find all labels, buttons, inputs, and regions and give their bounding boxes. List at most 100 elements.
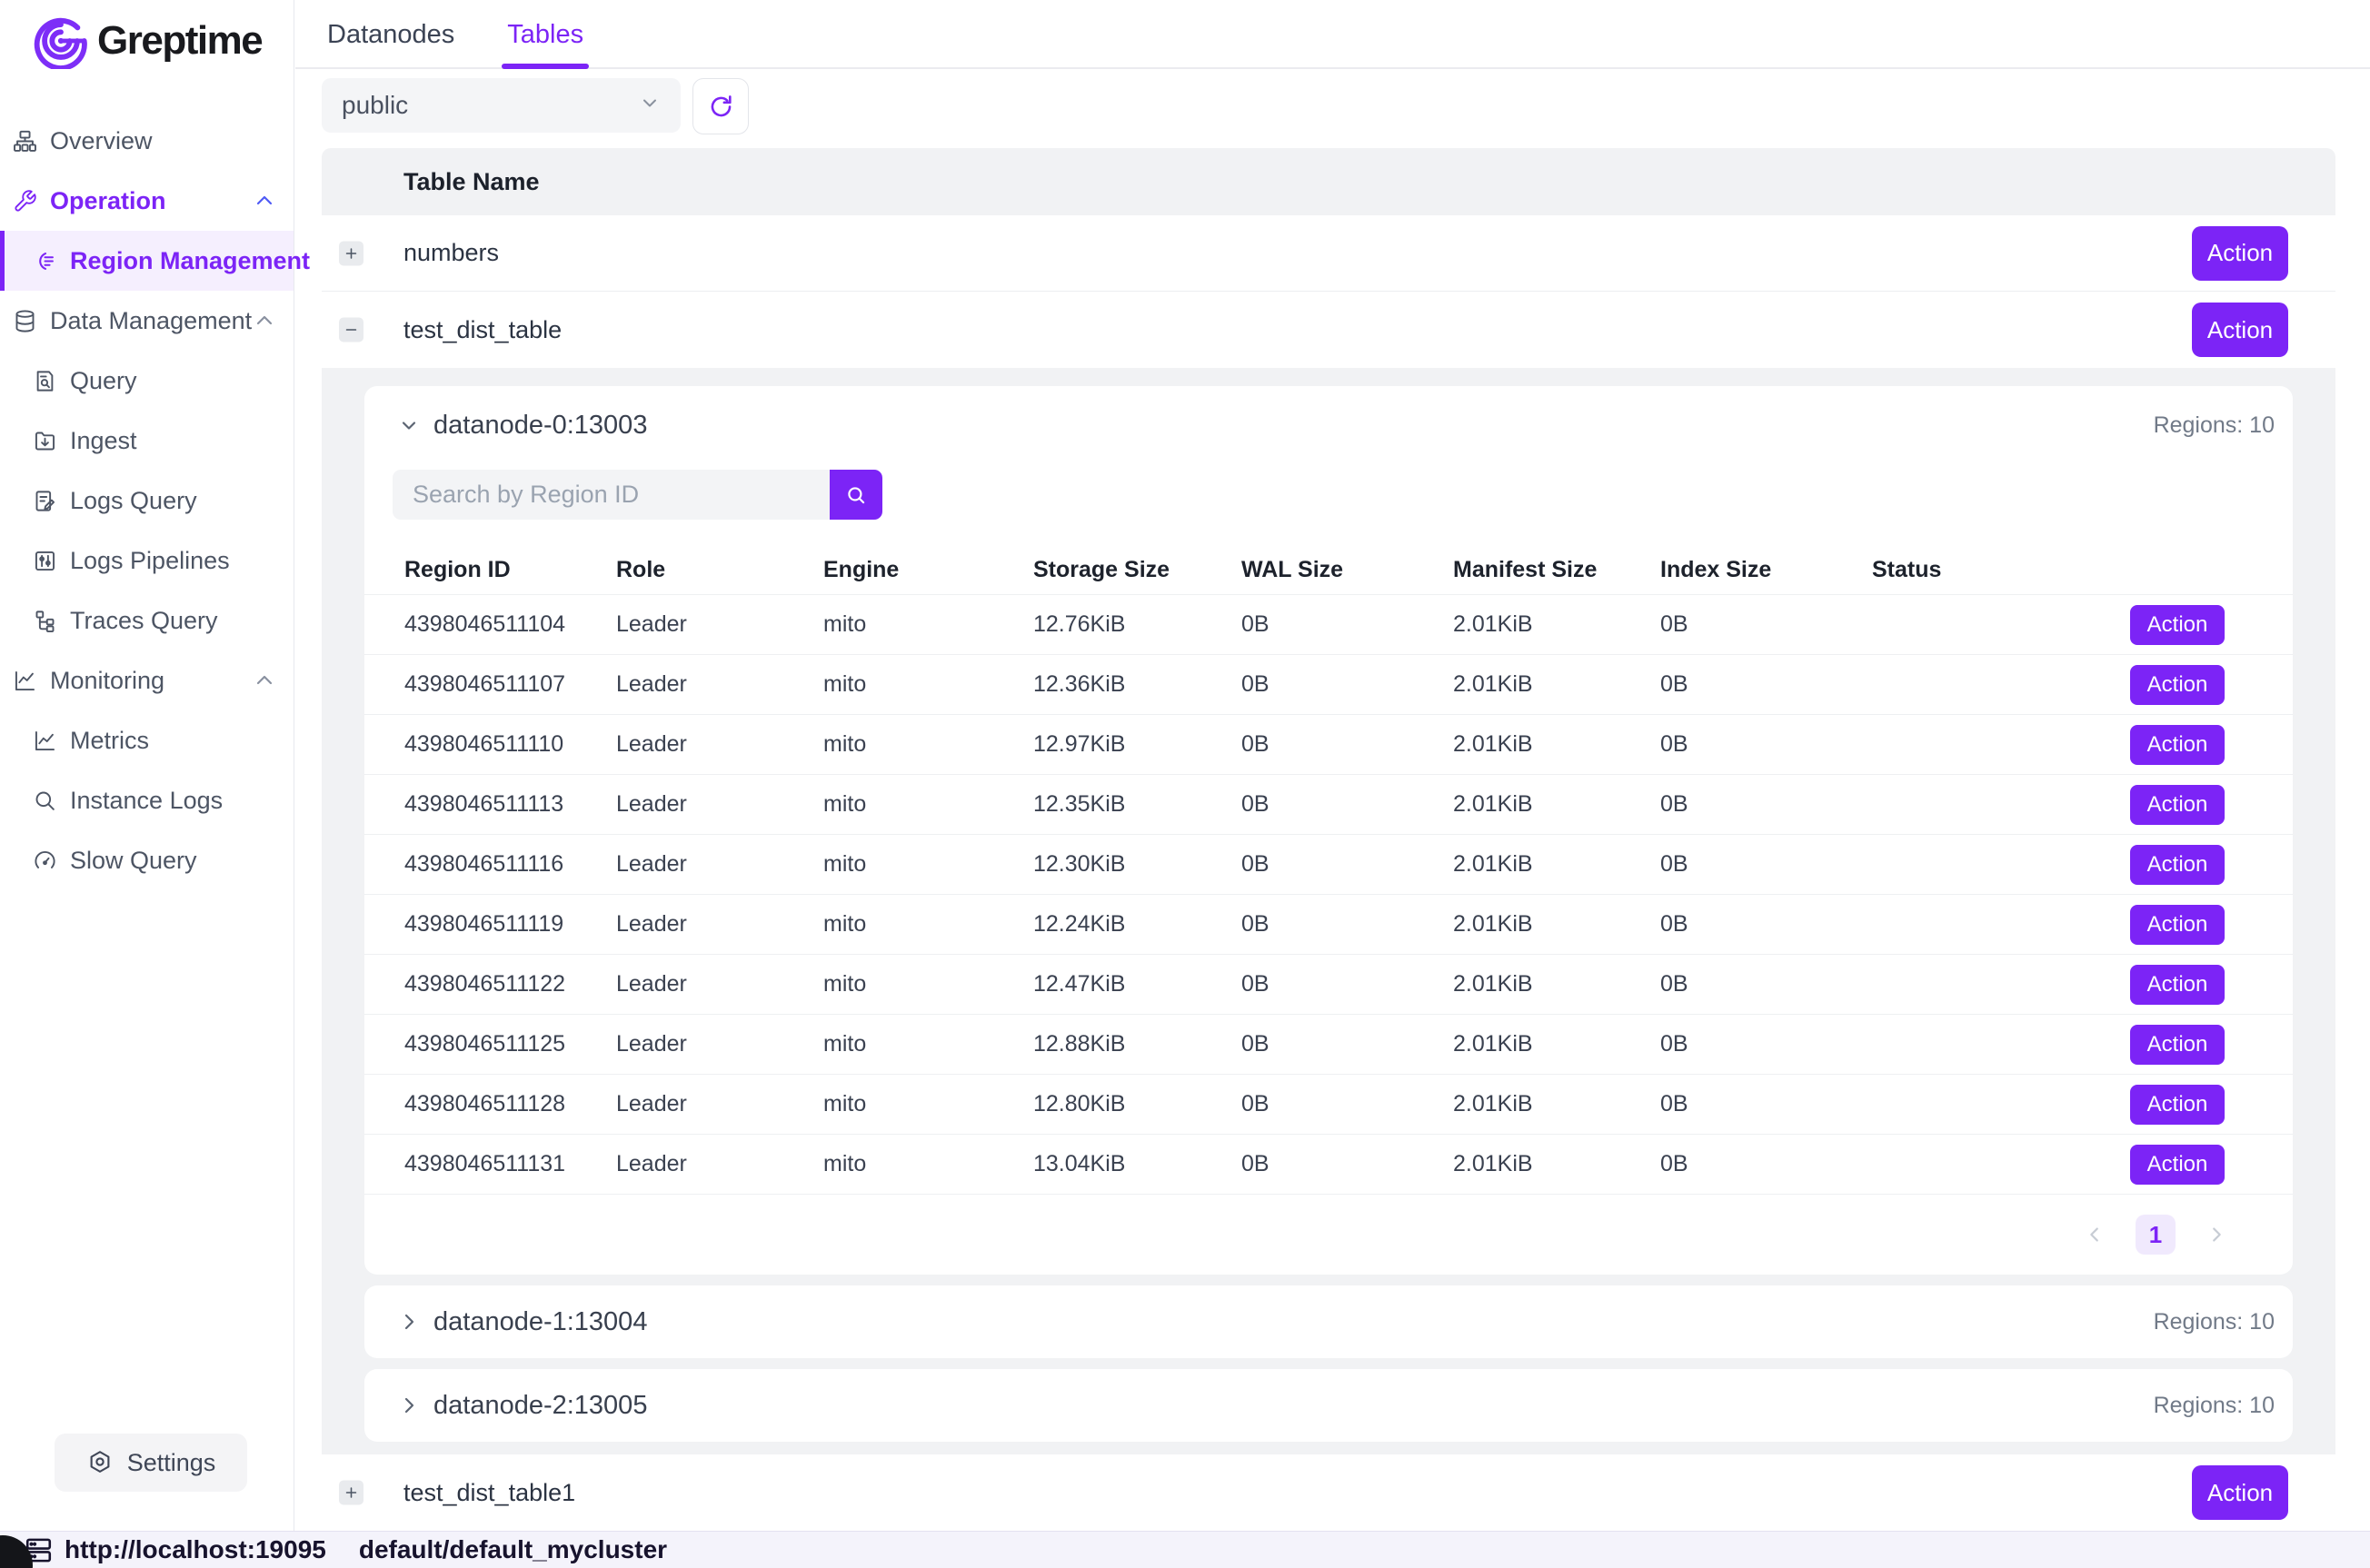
- datanode-regions-count: Regions: 10: [2154, 1393, 2275, 1419]
- table-action-button[interactable]: Action: [2192, 226, 2288, 281]
- region-cell-manifest-size: 2.01KiB: [1453, 1151, 1660, 1177]
- sidebar-item-data-management[interactable]: Data Management: [0, 291, 294, 351]
- plus-icon: [344, 1485, 359, 1501]
- region-action-button[interactable]: Action: [2130, 1085, 2225, 1125]
- sidebar-item-label: Logs Query: [70, 487, 197, 515]
- region-search-input[interactable]: [393, 470, 830, 520]
- sidebar-item-overview[interactable]: Overview: [0, 111, 294, 171]
- region-cell-wal-size: 0B: [1241, 791, 1453, 818]
- sidebar-item-operation[interactable]: Operation: [0, 171, 294, 231]
- region-search-button[interactable]: [830, 470, 882, 520]
- chevron-left-icon[interactable]: [2085, 1225, 2105, 1245]
- region-action-button[interactable]: Action: [2130, 845, 2225, 885]
- region-cell-storage-size: 12.36KiB: [1033, 671, 1241, 698]
- chart-icon: [13, 669, 37, 693]
- region-cell-role: Leader: [616, 971, 823, 997]
- region-cell-storage-size: 12.76KiB: [1033, 611, 1241, 638]
- region-row: 4398046511131Leadermito13.04KiB0B2.01KiB…: [364, 1134, 2293, 1194]
- region-cell-index-size: 0B: [1660, 851, 1872, 878]
- table-action-button[interactable]: Action: [2192, 1465, 2288, 1520]
- region-action-button[interactable]: Action: [2130, 665, 2225, 705]
- sidebar-item-instance-logs[interactable]: Instance Logs: [0, 770, 294, 830]
- sidebar-item-query[interactable]: Query: [0, 351, 294, 411]
- region-action-button[interactable]: Action: [2130, 605, 2225, 645]
- region-column-header: Manifest Size: [1453, 557, 1660, 583]
- region-cell-role: Leader: [616, 851, 823, 878]
- sliders-icon: [33, 549, 57, 573]
- region-cell-manifest-size: 2.01KiB: [1453, 1031, 1660, 1057]
- expand-button[interactable]: [339, 1481, 363, 1505]
- region-cell-index-size: 0B: [1660, 671, 1872, 698]
- region-action-button[interactable]: Action: [2130, 965, 2225, 1005]
- region-cell-index-size: 0B: [1660, 731, 1872, 758]
- refresh-button[interactable]: [692, 78, 749, 134]
- sidebar-item-slow-query[interactable]: Slow Query: [0, 830, 294, 890]
- toolbar: public: [322, 78, 2335, 134]
- sidebar-item-label: Region Management: [70, 247, 310, 275]
- sidebar-item-traces-query[interactable]: Traces Query: [0, 590, 294, 650]
- tab-tables[interactable]: Tables: [502, 0, 589, 67]
- collapse-button[interactable]: [339, 318, 363, 342]
- region-row: 4398046511104Leadermito12.76KiB0B2.01KiB…: [364, 594, 2293, 654]
- region-cell-manifest-size: 2.01KiB: [1453, 791, 1660, 818]
- settings-label: Settings: [127, 1449, 216, 1477]
- brand-logo[interactable]: Greptime: [0, 0, 294, 69]
- cluster-name: default/default_mycluster: [359, 1535, 667, 1564]
- schema-select[interactable]: public: [322, 78, 681, 133]
- sidebar-item-label: Ingest: [70, 427, 137, 455]
- datanode-header[interactable]: datanode-0:13003 Regions: 10: [364, 386, 2293, 464]
- region-column-header: Storage Size: [1033, 557, 1241, 583]
- region-cell-storage-size: 12.97KiB: [1033, 731, 1241, 758]
- sidebar-item-label: Logs Pipelines: [70, 547, 230, 575]
- database-icon: [13, 309, 37, 333]
- datanode-header[interactable]: datanode-1:13004 Regions: 10: [364, 1285, 2293, 1358]
- table-action-button[interactable]: Action: [2192, 303, 2288, 357]
- settings-button[interactable]: Settings: [55, 1434, 247, 1492]
- region-cell-manifest-size: 2.01KiB: [1453, 851, 1660, 878]
- region-cell-engine: mito: [823, 1091, 1033, 1117]
- region-cell-region-id: 4398046511110: [404, 731, 616, 758]
- expand-button[interactable]: [339, 241, 363, 265]
- region-action-button[interactable]: Action: [2130, 1145, 2225, 1185]
- region-cell-wal-size: 0B: [1241, 1091, 1453, 1117]
- region-list-icon: [33, 249, 57, 273]
- region-row: 4398046511110Leadermito12.97KiB0B2.01KiB…: [364, 714, 2293, 774]
- sidebar-item-ingest[interactable]: Ingest: [0, 411, 294, 471]
- region-cell-index-size: 0B: [1660, 971, 1872, 997]
- region-action-button[interactable]: Action: [2130, 785, 2225, 825]
- region-cell-region-id: 4398046511107: [404, 671, 616, 698]
- tables-table-header: Table Name: [322, 148, 2335, 215]
- chevron-right-icon[interactable]: [2206, 1225, 2226, 1245]
- region-cell-index-size: 0B: [1660, 911, 1872, 938]
- region-action-button[interactable]: Action: [2130, 905, 2225, 945]
- region-cell-engine: mito: [823, 791, 1033, 818]
- chevron-down-icon: [639, 91, 661, 120]
- region-row: 4398046511128Leadermito12.80KiB0B2.01KiB…: [364, 1074, 2293, 1134]
- region-column-header: WAL Size: [1241, 557, 1453, 583]
- region-cell-region-id: 4398046511113: [404, 791, 616, 818]
- region-action-button[interactable]: Action: [2130, 725, 2225, 765]
- chevron-up-icon: [254, 670, 275, 691]
- region-cell-region-id: 4398046511104: [404, 611, 616, 638]
- region-cell-wal-size: 0B: [1241, 671, 1453, 698]
- region-cell-storage-size: 12.80KiB: [1033, 1091, 1241, 1117]
- sidebar-item-metrics[interactable]: Metrics: [0, 710, 294, 770]
- tab-datanodes[interactable]: Datanodes: [322, 0, 460, 67]
- table-name: test_dist_table: [403, 316, 562, 344]
- tables-content: public Table Name nu: [295, 69, 2370, 1531]
- datanode-card-1: datanode-1:13004 Regions: 10: [364, 1285, 2293, 1358]
- region-cell-region-id: 4398046511116: [404, 851, 616, 878]
- chevron-up-icon: [254, 310, 275, 332]
- region-cell-engine: mito: [823, 1151, 1033, 1177]
- region-cell-wal-size: 0B: [1241, 1031, 1453, 1057]
- sidebar-item-logs-query[interactable]: Logs Query: [0, 471, 294, 531]
- region-action-button[interactable]: Action: [2130, 1025, 2225, 1065]
- sitemap-icon: [13, 129, 37, 154]
- sidebar-item-monitoring[interactable]: Monitoring: [0, 650, 294, 710]
- plus-icon: [344, 245, 359, 261]
- sidebar-item-region-management[interactable]: Region Management: [0, 231, 294, 291]
- page-number[interactable]: 1: [2136, 1215, 2176, 1255]
- datanode-header[interactable]: datanode-2:13005 Regions: 10: [364, 1369, 2293, 1442]
- sidebar-item-logs-pipelines[interactable]: Logs Pipelines: [0, 531, 294, 590]
- chevron-down-icon: [398, 414, 420, 436]
